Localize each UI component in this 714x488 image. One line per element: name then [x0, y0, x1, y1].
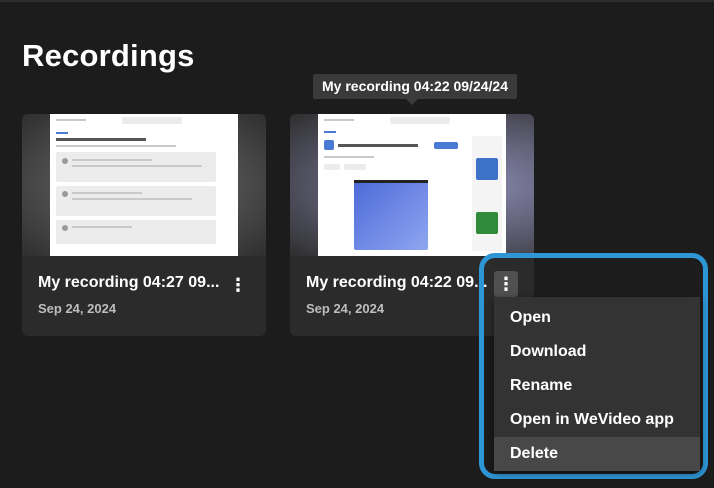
recording-title[interactable]: My recording 04:27 09...: [38, 274, 219, 292]
menu-item-download[interactable]: Download: [494, 335, 700, 369]
menu-item-delete[interactable]: Delete: [494, 437, 700, 471]
menu-item-rename[interactable]: Rename: [494, 369, 700, 403]
vertical-ellipsis-icon[interactable]: ⋮: [226, 272, 250, 298]
tooltip-arrow: [406, 99, 418, 105]
recording-thumbnail-2[interactable]: [290, 114, 534, 256]
page-title: Recordings: [22, 38, 195, 73]
menu-item-open-in-app[interactable]: Open in WeVideo app: [494, 403, 700, 437]
recording-card-1[interactable]: My recording 04:27 09... Sep 24, 2024 ⋮: [22, 114, 266, 336]
recording-title[interactable]: My recording 04:22 09...: [306, 274, 487, 292]
recording-title-tooltip: My recording 04:22 09/24/24: [313, 74, 517, 99]
recording-thumbnail-1[interactable]: [22, 114, 266, 256]
thumbnail-screenshot: [50, 114, 238, 256]
top-divider: [0, 0, 714, 2]
vertical-ellipsis-icon[interactable]: ⋮: [494, 271, 518, 297]
recording-date: Sep 24, 2024: [306, 301, 385, 316]
thumbnail-screenshot: [318, 114, 506, 256]
menu-item-open[interactable]: Open: [494, 301, 700, 335]
recording-date: Sep 24, 2024: [38, 301, 117, 316]
recording-context-menu: Open Download Rename Open in WeVideo app…: [494, 297, 700, 471]
